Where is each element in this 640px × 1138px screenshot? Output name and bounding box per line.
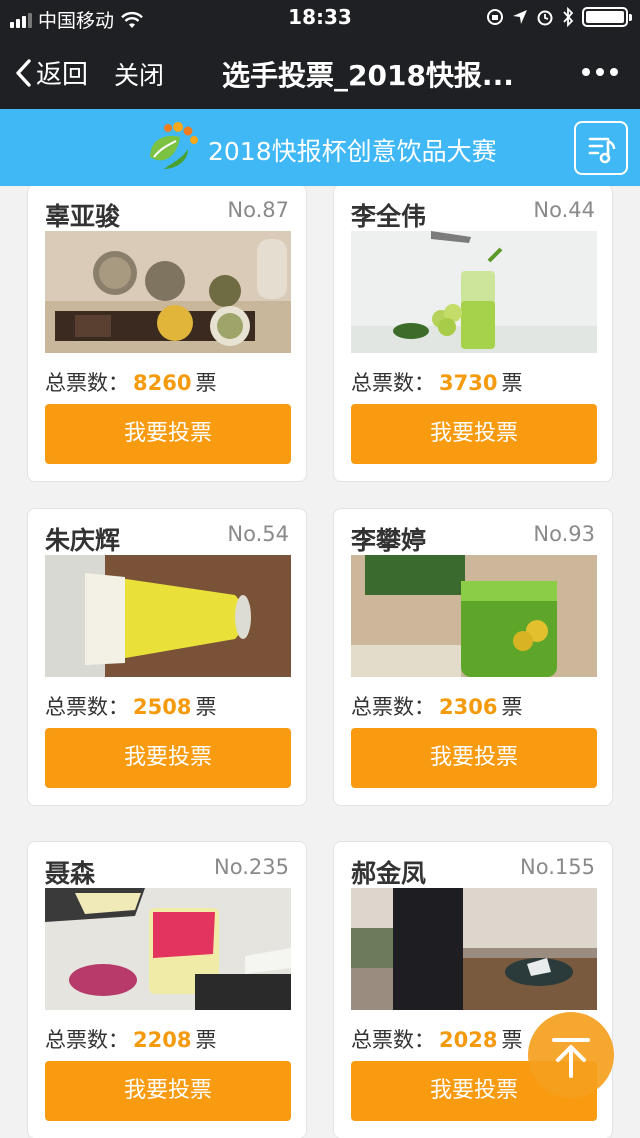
- status-right: [486, 7, 632, 27]
- more-dots-icon[interactable]: [582, 68, 618, 76]
- vote-button[interactable]: 我要投票: [45, 728, 291, 788]
- vote-number: 8260: [133, 371, 192, 395]
- drink-photo[interactable]: [351, 555, 597, 677]
- vote-button[interactable]: 我要投票: [351, 728, 597, 788]
- contestant-name: 李全伟: [351, 202, 427, 231]
- contestant-number: No.235: [214, 855, 289, 879]
- music-list-button[interactable]: [574, 121, 628, 175]
- contestant-grid: 辜亚骏 No.87 总票数： 8260 票 我要投票 李全伟 No.44 总票数…: [0, 186, 640, 1138]
- vote-unit: 票: [501, 695, 523, 719]
- contestant-number: No.44: [533, 198, 595, 222]
- vote-button[interactable]: 我要投票: [45, 1061, 291, 1121]
- drink-photo[interactable]: [45, 231, 291, 353]
- vote-number: 2208: [133, 1028, 192, 1052]
- vote-unit: 票: [501, 1028, 523, 1052]
- contestant-number: No.93: [533, 522, 595, 546]
- banner-title: 2018快报杯创意饮品大赛: [208, 137, 497, 166]
- vote-label: 总票数：: [351, 371, 435, 395]
- music-list-icon: [588, 137, 616, 164]
- page-title: 选手投票_2018快报...: [222, 59, 514, 92]
- status-bar: 中国移动 18:33: [0, 0, 640, 36]
- back-label: 返回: [36, 60, 89, 90]
- contestant-card: 李全伟 No.44 总票数： 3730 票 我要投票: [333, 186, 613, 482]
- back-button[interactable]: 返回: [14, 54, 88, 91]
- vote-count: 总票数： 2508 票: [45, 691, 216, 721]
- contestant-card: 聂森 No.235 总票数： 2208 票 我要投票: [27, 841, 307, 1138]
- contestant-name: 李攀婷: [351, 526, 427, 555]
- contestant-number: No.54: [227, 522, 289, 546]
- contestant-number: No.87: [227, 198, 289, 222]
- vote-number: 2508: [133, 695, 192, 719]
- contestant-card: 辜亚骏 No.87 总票数： 8260 票 我要投票: [27, 186, 307, 482]
- drink-photo[interactable]: [351, 888, 597, 1010]
- vote-number: 3730: [439, 371, 498, 395]
- back-to-top-button[interactable]: [528, 1012, 614, 1098]
- battery-fill: [586, 11, 624, 23]
- vote-button[interactable]: 我要投票: [351, 404, 597, 464]
- rotation-lock-icon: [487, 9, 503, 25]
- vote-button[interactable]: 我要投票: [45, 404, 291, 464]
- contestant-name: 郝金凤: [351, 859, 427, 888]
- vote-unit: 票: [195, 1028, 217, 1052]
- contestant-name: 朱庆辉: [45, 526, 121, 555]
- contestant-name: 辜亚骏: [45, 202, 121, 231]
- drink-photo[interactable]: [45, 555, 291, 677]
- chevron-left-icon: [16, 58, 31, 87]
- vote-count: 总票数： 2208 票: [45, 1024, 216, 1054]
- contestant-card: 李攀婷 No.93 总票数： 2306 票 我要投票: [333, 508, 613, 806]
- contestant-card: 朱庆辉 No.54 总票数： 2508 票 我要投票: [27, 508, 307, 806]
- contestant-number: No.155: [520, 855, 595, 879]
- battery-icon: [582, 7, 632, 27]
- vote-label: 总票数：: [45, 1028, 129, 1052]
- vote-unit: 票: [195, 695, 217, 719]
- contest-banner: 2018快报杯创意饮品大赛: [0, 109, 640, 186]
- vote-count: 总票数： 8260 票: [45, 367, 216, 397]
- contestant-name: 聂森: [45, 859, 96, 888]
- nav-bar: 返回 关闭 选手投票_2018快报...: [0, 36, 640, 109]
- vote-unit: 票: [501, 371, 523, 395]
- vote-number: 2306: [439, 695, 498, 719]
- vote-label: 总票数：: [351, 1028, 435, 1052]
- back-to-top-icon: [552, 1038, 590, 1078]
- vote-label: 总票数：: [45, 371, 129, 395]
- vote-count: 总票数： 3730 票: [351, 367, 522, 397]
- vote-unit: 票: [195, 371, 217, 395]
- vote-label: 总票数：: [351, 695, 435, 719]
- vote-count: 总票数： 2028 票: [351, 1024, 522, 1054]
- alarm-icon: [537, 10, 553, 26]
- drink-photo[interactable]: [45, 888, 291, 1010]
- bluetooth-icon: [563, 7, 574, 27]
- contest-logo: [150, 122, 198, 169]
- close-button[interactable]: 关闭: [114, 56, 164, 92]
- vote-label: 总票数：: [45, 695, 129, 719]
- vote-count: 总票数： 2306 票: [351, 691, 522, 721]
- location-icon: [513, 10, 527, 24]
- vote-number: 2028: [439, 1028, 498, 1052]
- drink-photo[interactable]: [351, 231, 597, 353]
